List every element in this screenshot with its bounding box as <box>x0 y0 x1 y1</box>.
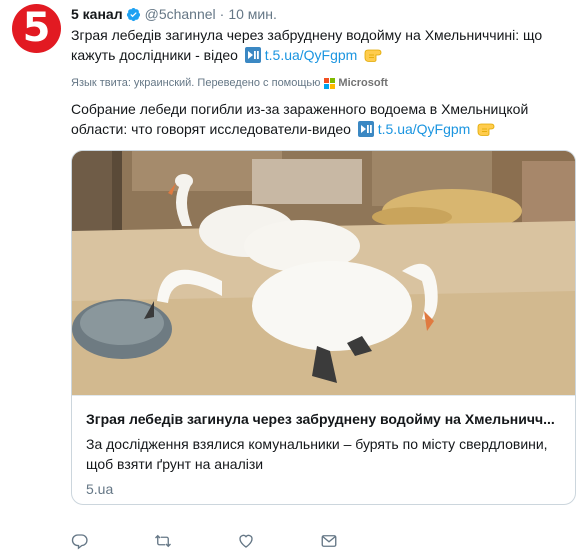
card-body: Зграя лебедів загинула через забруднену … <box>72 395 575 497</box>
tweet-text: Зграя лебедів загинула через забруднену … <box>71 25 576 65</box>
like-icon <box>239 534 253 548</box>
tweet-link[interactable]: t.5.ua/QyFgpm <box>265 47 358 63</box>
avatar-glyph: 5 <box>22 4 51 51</box>
reply-button[interactable] <box>71 530 154 552</box>
tweet-header: 5 канал @5channel · 10 мин. <box>71 0 576 24</box>
card-image[interactable] <box>72 151 576 395</box>
tweet[interactable]: 5 5 канал @5channel · 10 мин. Зграя лебе… <box>0 0 582 554</box>
pointing-hand-icon <box>477 123 495 136</box>
pointing-hand-icon <box>364 49 382 62</box>
retweet-icon <box>155 534 171 548</box>
separator-dot: · <box>219 6 225 22</box>
author-name[interactable]: 5 канал <box>71 6 123 22</box>
translated-link[interactable]: t.5.ua/QyFgpm <box>378 121 471 137</box>
retweet-button[interactable] <box>154 530 237 552</box>
message-button[interactable] <box>320 530 403 552</box>
card-title[interactable]: Зграя лебедів загинула через забруднену … <box>86 409 561 429</box>
card-description: За дослідження взялися комунальники – бу… <box>86 436 548 472</box>
translated-text: Собрание лебеди погибли из-за зараженног… <box>71 99 576 139</box>
tweet-timestamp[interactable]: 10 мин. <box>228 6 277 22</box>
tweet-actions <box>71 530 491 552</box>
translation-notice: Язык твита: украинский. Переведено с пом… <box>71 76 576 90</box>
link-card[interactable]: Зграя лебедів загинула через забруднену … <box>71 150 576 505</box>
translation-provider[interactable]: Microsoft <box>338 77 388 89</box>
microsoft-logo-icon <box>324 77 336 89</box>
play-pause-icon <box>244 47 261 63</box>
like-button[interactable] <box>237 530 320 552</box>
author-handle[interactable]: @5channel <box>145 6 216 22</box>
message-icon <box>321 535 337 547</box>
card-domain: 5.ua <box>86 481 114 497</box>
reply-icon <box>71 534 88 550</box>
verified-icon <box>126 7 140 21</box>
tweet-content: 5 канал @5channel · 10 мин. Зграя лебеді… <box>71 0 576 505</box>
play-pause-icon <box>357 121 374 137</box>
avatar[interactable]: 5 <box>12 4 61 53</box>
translation-label: Язык твита: украинский. Переведено с пом… <box>71 77 321 89</box>
